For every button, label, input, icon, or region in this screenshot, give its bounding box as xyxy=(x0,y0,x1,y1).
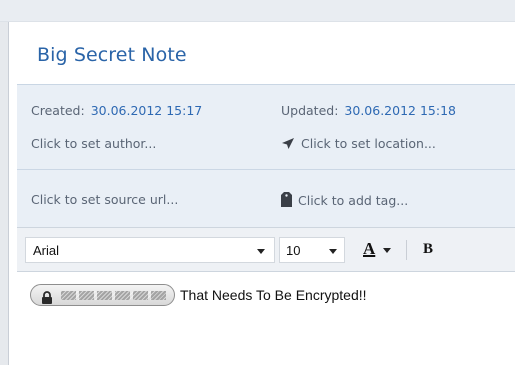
tag-icon xyxy=(281,192,292,210)
set-location-label: Click to set location... xyxy=(301,136,436,151)
chevron-down-icon xyxy=(329,249,337,254)
formatting-toolbar: Arial 10 A B xyxy=(17,227,515,272)
created-value: 30.06.2012 15:17 xyxy=(90,103,203,118)
updated-label: Updated: xyxy=(281,103,339,118)
updated-value: 30.06.2012 15:18 xyxy=(344,103,456,118)
chevron-down-icon xyxy=(257,249,265,254)
updated-field: Updated: 30.06.2012 15:18 xyxy=(281,103,456,118)
note-editor-panel: Big Secret Note Created: 30.06.2012 15:17… xyxy=(17,24,515,365)
font-family-dropdown[interactable]: Arial xyxy=(25,237,275,263)
text-color-button[interactable]: A xyxy=(357,237,397,263)
set-author-link[interactable]: Click to set author... xyxy=(31,136,156,151)
note-body-editor[interactable]: That Needs To Be Encrypted!! xyxy=(17,272,515,362)
note-title[interactable]: Big Secret Note xyxy=(37,44,515,66)
encrypted-placeholder-dots xyxy=(61,291,166,300)
encrypted-text-block[interactable] xyxy=(30,284,175,306)
bold-button[interactable]: B xyxy=(416,237,444,263)
meta-divider xyxy=(17,169,515,170)
font-size-value: 10 xyxy=(286,243,301,258)
window-top-strip xyxy=(0,0,515,22)
arrow-pointer-icon xyxy=(281,137,295,153)
add-tag-link[interactable]: Click to add tag... xyxy=(281,192,408,210)
lock-icon xyxy=(41,289,53,308)
toolbar-separator xyxy=(406,240,407,260)
font-size-dropdown[interactable]: 10 xyxy=(279,237,345,263)
note-title-area: Big Secret Note xyxy=(17,24,515,85)
note-body-text: That Needs To Be Encrypted!! xyxy=(180,287,367,303)
set-location-link[interactable]: Click to set location... xyxy=(281,136,436,153)
add-tag-label: Click to add tag... xyxy=(298,193,409,208)
text-color-icon: A xyxy=(363,239,376,258)
left-pane-edge xyxy=(0,22,9,365)
created-field: Created: 30.06.2012 15:17 xyxy=(31,103,202,118)
chevron-down-icon xyxy=(383,248,391,253)
note-metadata: Created: 30.06.2012 15:17 Updated: 30.06.2… xyxy=(17,85,515,227)
created-label: Created: xyxy=(31,103,85,118)
set-source-url-link[interactable]: Click to set source url... xyxy=(31,192,178,207)
font-family-value: Arial xyxy=(33,243,60,258)
